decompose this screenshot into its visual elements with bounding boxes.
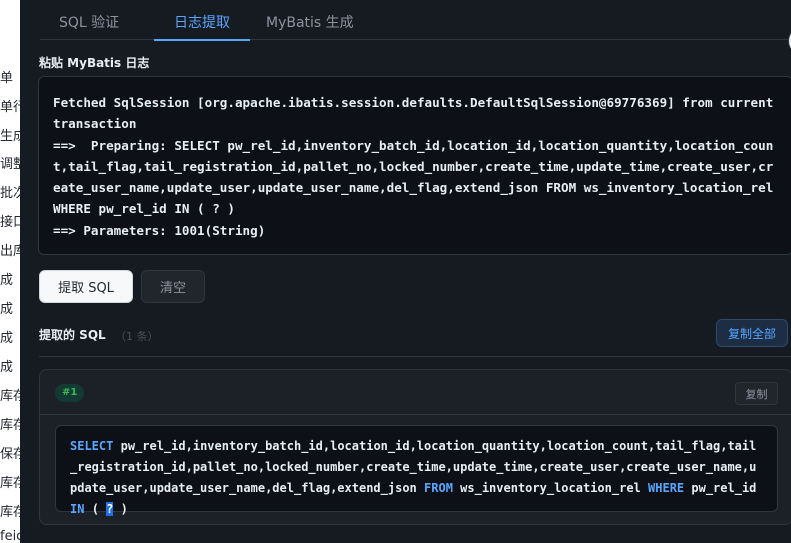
bg-text-fragment: 库存 [0,476,20,491]
bg-text-fragment: 出库 [0,244,20,259]
clear-button[interactable]: 清空 [141,270,205,303]
bg-text-fragment: 批次 [0,186,20,201]
bg-text-fragment: 接口 [0,215,20,230]
bg-text-fragment: 库存 [0,418,20,433]
sql-keyword: FROM [424,481,453,495]
section-divider [39,356,791,357]
sql-keyword: SELECT [70,439,114,453]
bg-text-fragment: 库存 [0,389,20,404]
sql-placeholder: ? [106,502,114,516]
tab-sql-validate[interactable]: SQL 验证 [59,12,119,39]
bg-text-fragment: 成 [0,360,14,375]
extracted-sql-count: （1 条） [115,330,159,343]
sql-code-block[interactable]: SELECT pw_rel_id,inventory_batch_id,loca… [55,425,778,516]
sql-paren-open: ( [91,502,99,516]
sql-result-card: #1 复制 SELECT pw_rel_id,inventory_batch_i… [39,369,791,525]
tab-mybatis-generate[interactable]: MyBatis 生成 [266,12,354,39]
tab-log-extract[interactable]: 日志提取 [154,12,250,41]
copy-all-button[interactable]: 复制全部 [716,319,788,347]
bg-text-fragment: 成 [0,302,14,317]
bg-text-fragment: 单（ [0,71,20,86]
sql-keyword: WHERE [648,481,685,495]
sql-table: ws_inventory_location_rel [460,481,641,495]
sql-tool-panel: SQL 验证 日志提取 MyBatis 生成 ✷ 粘贴 MyBatis 日志 F… [20,0,791,543]
sql-keyword: IN [70,502,85,516]
sql-index-badge: #1 [55,384,85,402]
bg-text-fragment: 成 [0,331,14,346]
log-input-label: 粘贴 MyBatis 日志 [39,56,150,70]
tab-bar: SQL 验证 日志提取 MyBatis 生成 [40,0,791,41]
bg-text-fragment: 生成 [0,129,20,144]
bg-text-fragment: 调整 [0,157,20,172]
sql-card-header: #1 复制 [40,370,791,415]
extracted-sql-title: 提取的 SQL [39,328,106,342]
bg-text-fragment: 库存 [0,505,20,520]
sql-column: pw_rel_id [691,481,757,495]
log-input-textarea[interactable]: Fetched SqlSession [org.apache.ibatis.se… [38,76,791,255]
bg-text-fragment: 成 [0,273,14,288]
background-sidebar-fragment: 单（ 单行 生成 调整 批次 接口 出库 成 成 成 成 库存 库存 保存 库存… [0,12,20,543]
bg-text-fragment: 保存 [0,447,20,462]
extract-sql-button[interactable]: 提取 SQL [39,270,133,303]
bg-text-fragment: feic [0,529,20,543]
copy-sql-button[interactable]: 复制 [735,382,778,405]
bg-text-fragment: 单行 [0,100,20,115]
sql-paren-close: ) [120,502,128,516]
